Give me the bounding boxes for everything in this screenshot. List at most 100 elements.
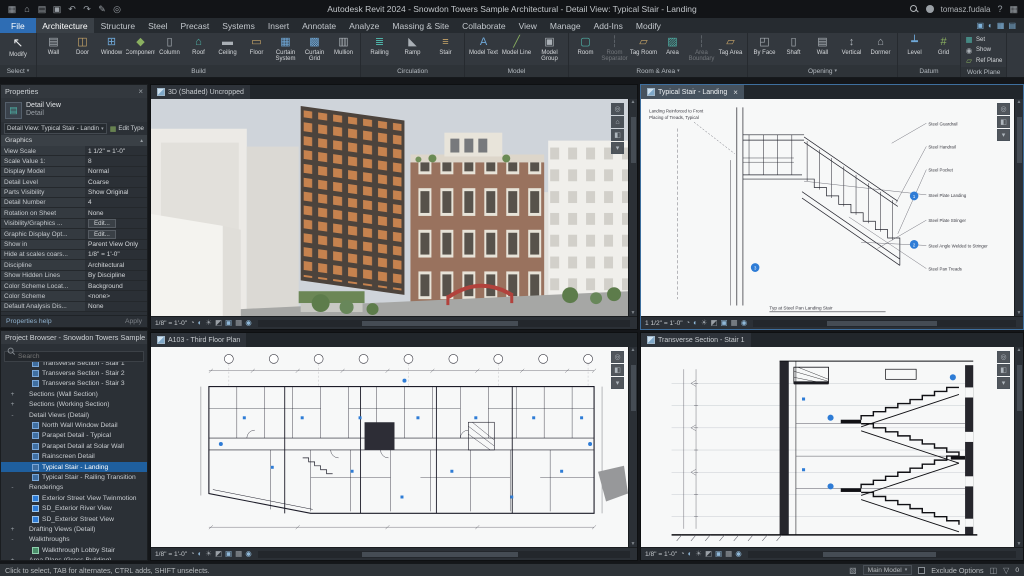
nav-more-icon[interactable]: ▾	[997, 377, 1010, 389]
detail-level-icon[interactable]: ◔	[686, 319, 691, 327]
vertical-opening-button[interactable]: ↕Vertical	[837, 34, 866, 56]
wall-button[interactable]: ▤Wall	[39, 34, 68, 56]
crop-view-icon[interactable]: ▣	[721, 319, 728, 327]
property-value[interactable]: Normal	[85, 167, 147, 176]
browser-item[interactable]: Typical Stair - Railing Transition	[1, 472, 147, 482]
editable-only-icon[interactable]: ◫	[990, 566, 998, 575]
tab-view[interactable]: View	[512, 18, 543, 33]
area-button[interactable]: ▨Area	[658, 34, 687, 56]
visual-style-icon[interactable]: ◐	[198, 319, 203, 327]
ribbon-group-label-opening[interactable]: Opening▾	[748, 65, 897, 77]
tag-area-button[interactable]: ▱Tag Area	[716, 34, 745, 56]
horizontal-scrollbar[interactable]	[748, 551, 1016, 558]
browser-item[interactable]: Rainscreen Detail	[1, 452, 147, 462]
show-work-plane-button[interactable]: ◉Show	[965, 46, 1002, 55]
room-button[interactable]: ▢Room	[571, 34, 600, 56]
property-value[interactable]: Coarse	[85, 177, 147, 186]
browser-item[interactable]: SD_Exterior River View	[1, 503, 147, 513]
section-canvas[interactable]: ◎ ◧ ▾ ▲▼	[641, 347, 1023, 547]
tab-massing-site[interactable]: Massing & Site	[386, 18, 456, 33]
stair-button[interactable]: ≡Stair	[429, 34, 462, 56]
apply-button[interactable]: Apply	[125, 318, 142, 325]
view-scale[interactable]: 1/8" = 1'-0"	[155, 320, 187, 327]
browser-item[interactable]: Parapet Detail - Typical	[1, 431, 147, 441]
view-scale[interactable]: 1 1/2" = 1'-0"	[645, 320, 683, 327]
property-value[interactable]: By Discipline	[85, 271, 147, 280]
browser-item-selected[interactable]: Typical Stair - Landing	[1, 462, 147, 472]
shaft-button[interactable]: ▯Shaft	[779, 34, 808, 56]
browser-category[interactable]: +Sections (Wall Section)	[1, 389, 147, 399]
zoom-icon[interactable]: ◧	[611, 364, 624, 376]
door-button[interactable]: ◫Door	[68, 34, 97, 56]
crop-region-icon[interactable]: ▦	[235, 319, 242, 327]
shadows-icon[interactable]: ◩	[215, 550, 222, 558]
edit-visibility-button[interactable]: Edit...	[85, 219, 147, 228]
browser-item[interactable]: Exterior Street View Twinmotion	[1, 493, 147, 503]
app-menu-icon[interactable]: ▦	[6, 5, 18, 14]
open-icon[interactable]: ▤	[36, 5, 48, 14]
curtain-grid-button[interactable]: ▩Curtain Grid	[300, 34, 329, 63]
workspace-icon-2[interactable]: ◐	[988, 21, 993, 30]
visual-style-icon[interactable]: ◐	[198, 550, 203, 558]
by-face-button[interactable]: ◰By Face	[750, 34, 779, 56]
ribbon-group-label-select[interactable]: Select▾	[0, 65, 36, 77]
search-icon[interactable]	[910, 5, 919, 14]
property-value[interactable]: <none>	[85, 291, 147, 300]
ribbon-group-label-room-area[interactable]: Room & Area▾	[569, 65, 747, 77]
workspace-icon-1[interactable]: ▣	[976, 21, 984, 30]
tab-collaborate[interactable]: Collaborate	[456, 18, 512, 33]
column-button[interactable]: ▯Column	[155, 34, 184, 56]
horizontal-scrollbar[interactable]	[753, 320, 1016, 327]
save-icon[interactable]: ▣	[51, 5, 63, 14]
crop-view-icon[interactable]: ▣	[225, 319, 232, 327]
detail-level-icon[interactable]: ◔	[190, 550, 195, 558]
filter-icon[interactable]: ▽	[1003, 566, 1009, 575]
crop-view-icon[interactable]: ▣	[225, 550, 232, 558]
user-name[interactable]: tomasz.fudala	[941, 5, 991, 14]
workspace-icon-3[interactable]: ▦	[997, 21, 1005, 30]
model-text-button[interactable]: AModel Text	[467, 34, 500, 56]
detail-level-icon[interactable]: ◔	[680, 550, 685, 558]
measure-icon[interactable]: ◎	[111, 5, 123, 14]
steering-wheel-icon[interactable]: ◎	[997, 351, 1010, 363]
horizontal-scrollbar[interactable]	[258, 551, 630, 558]
active-workset-select[interactable]: Main Model▾	[863, 565, 913, 575]
tag-room-button[interactable]: ▱Tag Room	[629, 34, 658, 56]
nav-more-icon[interactable]: ▾	[611, 377, 624, 389]
reveal-hidden-icon[interactable]: ◉	[741, 319, 748, 327]
dormer-button[interactable]: ⌂Dormer	[866, 34, 895, 56]
sun-path-icon[interactable]: ☀	[205, 550, 212, 558]
visual-style-icon[interactable]: ◐	[688, 550, 693, 558]
close-view-icon[interactable]: ×	[733, 88, 738, 97]
browser-category[interactable]: -Walkthroughs	[1, 535, 147, 545]
model-line-button[interactable]: ╱Model Line	[500, 34, 533, 56]
grid-button[interactable]: #Grid	[929, 34, 958, 56]
shadows-icon[interactable]: ◩	[705, 550, 712, 558]
tab-addins[interactable]: Add-Ins	[587, 18, 629, 33]
tab-annotate[interactable]: Annotate	[296, 18, 343, 33]
workspace-icon-4[interactable]: ▤	[1008, 21, 1016, 30]
stair-detail-canvas[interactable]: Landing Reinforced to Front Placing of T…	[641, 99, 1023, 316]
redo-icon[interactable]: ↷	[81, 5, 93, 14]
horizontal-scrollbar[interactable]	[258, 320, 630, 327]
tab-steel[interactable]: Steel	[142, 18, 174, 33]
level-button[interactable]: ┷Level	[900, 34, 929, 56]
help-icon[interactable]: ?	[997, 4, 1002, 14]
view-tab-3d[interactable]: 3D (Shaded) Uncropped	[151, 85, 250, 99]
exclude-options-checkbox[interactable]	[918, 567, 925, 574]
crop-region-icon[interactable]: ▦	[235, 550, 242, 558]
window-button[interactable]: ⊞Window	[97, 34, 126, 56]
pan-icon[interactable]: ⌂	[611, 116, 624, 128]
sun-path-icon[interactable]: ☀	[701, 319, 708, 327]
3d-canvas[interactable]: ◎ ⌂ ◧ ▾ ▲▼	[151, 99, 637, 316]
shadows-icon[interactable]: ◩	[215, 319, 222, 327]
steering-wheel-icon[interactable]: ◎	[611, 103, 624, 115]
browser-item[interactable]: North Wall Window Detail	[1, 420, 147, 430]
crop-view-icon[interactable]: ▣	[715, 550, 722, 558]
browser-category[interactable]: +Sections (Working Section)	[1, 400, 147, 410]
set-work-plane-button[interactable]: ▦Set	[965, 35, 1002, 44]
modify-button[interactable]: ↖Modify	[2, 34, 34, 58]
reveal-hidden-icon[interactable]: ◉	[245, 319, 252, 327]
tab-architecture[interactable]: Architecture	[36, 18, 94, 33]
property-value[interactable]: Parent View Only	[85, 240, 147, 249]
